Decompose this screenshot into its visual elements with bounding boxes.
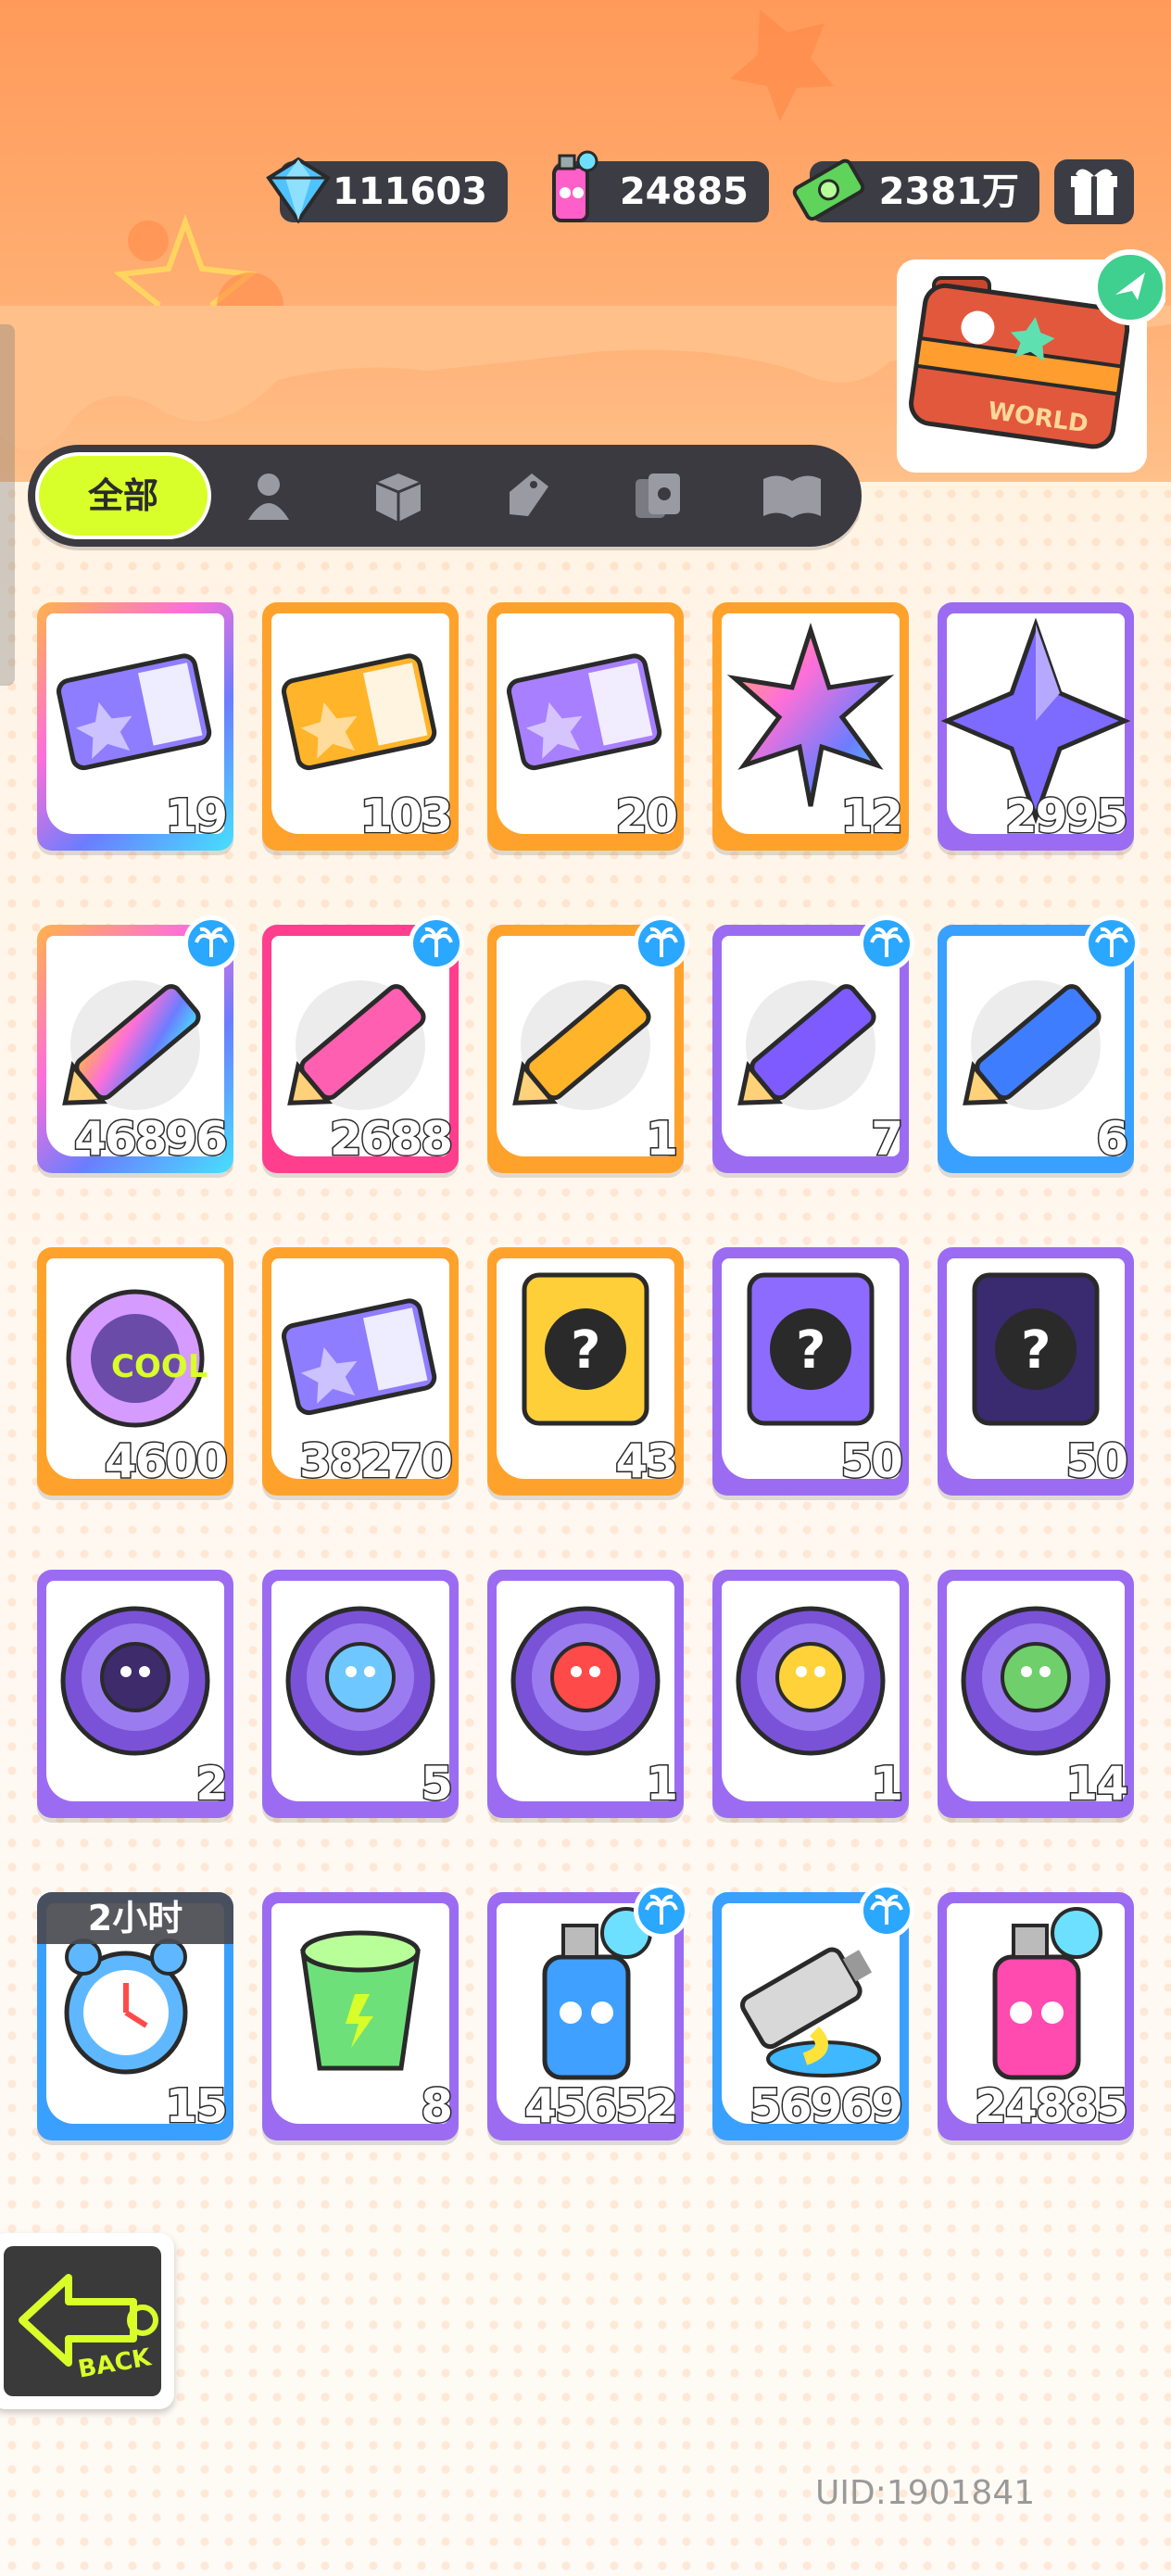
suitcase-icon xyxy=(897,249,1168,473)
item-quantity: 1 xyxy=(645,1111,680,1168)
item-quantity: 24885 xyxy=(974,2078,1130,2135)
tab-character[interactable] xyxy=(213,445,324,547)
inventory-item[interactable]: 19 xyxy=(37,602,233,851)
inventory-item[interactable]: 103 xyxy=(262,602,459,851)
item-quantity: 2995 xyxy=(1003,789,1129,845)
inventory-item[interactable]: 1 xyxy=(487,915,689,1173)
tab-all[interactable]: 全部 xyxy=(35,452,211,539)
inventory-item[interactable]: 38270 xyxy=(262,1247,459,1496)
cash-icon xyxy=(792,158,865,221)
inventory-item[interactable]: ? 50 xyxy=(712,1247,909,1496)
inventory-item[interactable]: 2小时 15 xyxy=(37,1892,233,2140)
inventory-item[interactable]: 20 xyxy=(487,602,684,851)
back-button[interactable]: BACK xyxy=(0,2233,174,2409)
inventory-item[interactable]: 5 xyxy=(262,1570,459,1818)
item-quantity: 12 xyxy=(839,789,905,845)
side-scroll-handle[interactable] xyxy=(0,324,15,686)
item-quantity: 46896 xyxy=(73,1111,230,1168)
tab-cards[interactable] xyxy=(602,445,713,547)
inventory-item[interactable]: 2995 xyxy=(938,602,1134,851)
palm-tree-badge-icon xyxy=(634,1883,689,1938)
cards-icon xyxy=(636,474,680,518)
inventory-item[interactable]: 56969 xyxy=(712,1883,914,2140)
inventory-item[interactable]: 7 xyxy=(712,915,914,1173)
inventory-item[interactable]: 12 xyxy=(712,602,909,851)
item-quantity: 38270 xyxy=(298,1433,455,1490)
inventory-item[interactable]: COOL 4600 xyxy=(37,1247,233,1496)
item-quantity: 19 xyxy=(164,789,230,845)
category-tabs: 全部 xyxy=(28,445,862,547)
item-quantity: 20 xyxy=(614,789,680,845)
svg-text:?: ? xyxy=(796,1320,825,1381)
item-quantity: 2688 xyxy=(328,1111,454,1168)
inventory-item[interactable]: 1 xyxy=(487,1570,684,1818)
item-quantity: 50 xyxy=(839,1433,905,1490)
spray-count: 24885 xyxy=(619,170,749,213)
tab-box[interactable] xyxy=(343,445,454,547)
item-timer: 2小时 xyxy=(37,1892,233,1944)
item-quantity: 1 xyxy=(645,1756,680,1812)
inventory-item[interactable]: 6 xyxy=(938,915,1140,1173)
item-quantity: 4600 xyxy=(103,1433,229,1490)
svg-text:?: ? xyxy=(571,1320,600,1381)
gift-box-icon xyxy=(1071,169,1117,215)
inventory-item[interactable]: 1 xyxy=(712,1570,909,1818)
world-travel-button[interactable]: WORLD xyxy=(888,241,1168,491)
item-quantity: 56969 xyxy=(749,2078,905,2135)
item-quantity: 5 xyxy=(420,1756,455,1812)
palm-tree-badge-icon xyxy=(183,915,239,971)
person-icon xyxy=(248,474,289,520)
currency-spray[interactable]: 24885 xyxy=(552,150,769,222)
item-quantity: 8 xyxy=(420,2078,455,2135)
inventory-item[interactable]: 14 xyxy=(938,1570,1134,1818)
currency-cash[interactable]: 2381万 xyxy=(792,158,1039,222)
inventory-item[interactable]: ? 43 xyxy=(487,1247,684,1496)
book-icon xyxy=(763,475,821,518)
item-quantity: 2 xyxy=(195,1756,230,1812)
tab-tag[interactable] xyxy=(472,445,584,547)
item-quantity: 50 xyxy=(1064,1433,1130,1490)
inventory-item[interactable]: 46896 xyxy=(37,915,239,1173)
palm-tree-badge-icon xyxy=(409,915,464,971)
inventory-item[interactable]: 45652 xyxy=(487,1883,689,2140)
diamond-icon xyxy=(266,157,331,224)
inventory-item[interactable]: 2688 xyxy=(262,915,464,1173)
gift-box-button[interactable] xyxy=(1054,159,1134,224)
tag-icon xyxy=(510,474,548,516)
palm-tree-badge-icon xyxy=(634,915,689,971)
item-quantity: 43 xyxy=(614,1433,680,1490)
svg-text:COOL: COOL xyxy=(111,1348,208,1385)
diamond-count: 111603 xyxy=(333,170,487,213)
box-icon xyxy=(375,474,422,522)
item-quantity: 103 xyxy=(359,789,454,845)
tab-book[interactable] xyxy=(732,445,843,547)
palm-tree-badge-icon xyxy=(859,1883,914,1938)
cash-count: 2381万 xyxy=(878,170,1019,213)
palm-tree-badge-icon xyxy=(859,915,914,971)
item-quantity: 15 xyxy=(164,2078,230,2135)
item-quantity: 45652 xyxy=(523,2078,680,2135)
user-id: UID:1901841 xyxy=(815,2474,1036,2512)
item-quantity: 1 xyxy=(870,1756,905,1812)
svg-text:?: ? xyxy=(1021,1320,1051,1381)
spray-can-icon xyxy=(552,150,598,222)
item-quantity: 14 xyxy=(1064,1756,1130,1812)
inventory-item[interactable]: ? 50 xyxy=(938,1247,1134,1496)
item-quantity: 7 xyxy=(870,1111,905,1168)
inventory-item[interactable]: 2 xyxy=(37,1570,233,1818)
currency-diamond[interactable]: 111603 xyxy=(266,157,508,224)
inventory-item[interactable]: 24885 xyxy=(938,1892,1134,2140)
item-quantity: 6 xyxy=(1095,1111,1130,1168)
palm-tree-badge-icon xyxy=(1084,915,1140,971)
inventory-item[interactable]: 8 xyxy=(262,1892,459,2140)
